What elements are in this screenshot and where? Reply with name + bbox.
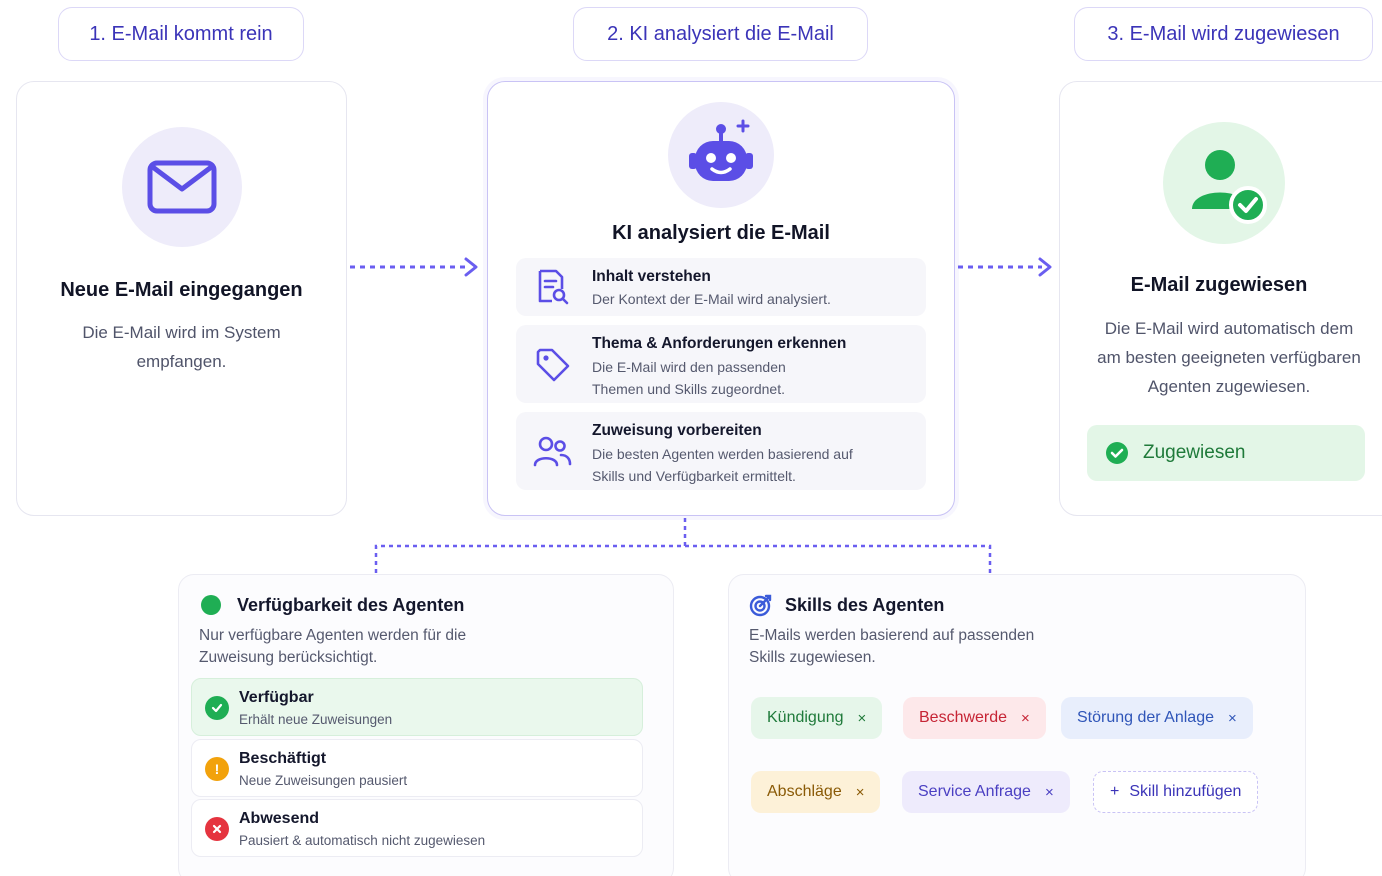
remove-icon[interactable]: ×: [1045, 784, 1054, 801]
skills-desc: E-Mails werden basierend auf passenden S…: [749, 627, 1035, 666]
card1-desc-line2: empfangen.: [136, 352, 227, 371]
analysis-row-desc: Die E-Mail wird den passenden Themen und…: [592, 359, 786, 397]
users-icon: [533, 436, 572, 467]
availability-title: Verfügbarkeit des Agenten: [237, 595, 465, 615]
step-2-label: 2. KI analysiert die E-Mail: [573, 7, 868, 61]
analysis-row-title: Inhalt verstehen: [592, 268, 711, 285]
card1-desc-line1: Die E-Mail wird im System: [82, 323, 281, 342]
status-desc: Erhält neue Zuweisungen: [239, 712, 393, 727]
step-3-label: 3. E-Mail wird zugewiesen: [1074, 7, 1373, 61]
skill-tag-label: Service Anfrage: [918, 783, 1031, 800]
add-skill-label: Skill hinzufügen: [1129, 783, 1242, 800]
skill-tag[interactable]: Kündigung ×: [751, 697, 883, 739]
analysis-row-assignment: Zuweisung vorbereiten Die besten Agenten…: [516, 412, 926, 490]
check-circle-icon: [1106, 442, 1128, 464]
analysis-row-topic: Thema & Anforderungen erkennen Die E-Mai…: [516, 325, 926, 403]
skill-tag[interactable]: Service Anfrage ×: [902, 771, 1070, 813]
status-title: Abwesend: [239, 810, 320, 827]
alert-circle-icon: !: [205, 757, 229, 781]
skills-title: Skills des Agenten: [785, 595, 945, 615]
skill-tag[interactable]: Störung der Anlage ×: [1061, 697, 1253, 739]
skill-tag[interactable]: Beschwerde ×: [903, 697, 1046, 739]
robot-icon: [689, 119, 753, 181]
status-row-available[interactable]: Verfügbar Erhält neue Zuweisungen: [191, 678, 643, 736]
card3-desc-line2: am besten geeigneten verfügbaren: [1097, 348, 1361, 367]
connector-lines: [374, 518, 992, 574]
check-circle-icon: [205, 696, 229, 720]
card3-title: E-Mail zugewiesen: [1130, 274, 1308, 296]
remove-icon[interactable]: ×: [1228, 710, 1237, 727]
assigned-badge: Zugewiesen: [1087, 425, 1365, 481]
skill-tag-label: Kündigung: [767, 709, 844, 726]
skill-tag[interactable]: Abschläge ×: [751, 771, 881, 813]
card-email-assigned: E-Mail zugewiesen Die E-Mail wird automa…: [1059, 81, 1382, 516]
status-title: Beschäftigt: [239, 750, 327, 767]
skill-tag-label: Abschläge: [767, 783, 842, 800]
status-desc: Neue Zuweisungen pausiert: [239, 773, 408, 788]
status-desc: Pausiert & automatisch nicht zugewiesen: [239, 833, 486, 848]
card2-title: KI analysiert die E-Mail: [612, 222, 830, 244]
card-email-received: Neue E-Mail eingegangen Die E-Mail wird …: [16, 81, 347, 516]
target-icon: [749, 594, 772, 617]
card1-desc: Die E-Mail wird im System empfangen.: [37, 318, 326, 376]
card-ai-analysis: KI analysiert die E-Mail Inhalt verstehe…: [487, 81, 955, 516]
card3-desc-line1: Die E-Mail wird automatisch dem: [1104, 319, 1354, 338]
analysis-row-title: Zuweisung vorbereiten: [592, 422, 762, 439]
remove-icon[interactable]: ×: [856, 784, 865, 801]
analysis-row-content: Inhalt verstehen Der Kontext der E-Mail …: [516, 258, 926, 316]
robot-icon-circle: [668, 102, 774, 208]
availability-desc: Nur verfügbare Agenten werden für die Zu…: [199, 627, 467, 666]
plus-icon: +: [1110, 783, 1120, 800]
status-row-absent[interactable]: Abwesend Pausiert & automatisch nicht zu…: [191, 799, 643, 857]
remove-icon[interactable]: ×: [1021, 710, 1030, 727]
arrow-1-to-2: [350, 257, 478, 277]
skills-card: Skills des Agenten E-Mails werden basier…: [728, 574, 1306, 876]
user-check-icon: [1192, 150, 1267, 224]
card1-title: Neue E-Mail eingegangen: [60, 279, 303, 301]
skill-tag-label: Störung der Anlage: [1077, 709, 1214, 726]
remove-icon[interactable]: ×: [858, 710, 867, 727]
card3-desc: Die E-Mail wird automatisch dem am beste…: [1070, 314, 1382, 401]
analysis-row-desc: Die besten Agenten werden basierend auf …: [592, 446, 853, 484]
step-1-label: 1. E-Mail kommt rein: [58, 7, 304, 61]
assigned-badge-label: Zugewiesen: [1143, 442, 1246, 463]
card3-desc-line3: Agenten zugewiesen.: [1147, 377, 1311, 396]
status-dot-icon: [201, 595, 221, 615]
analysis-row-title: Thema & Anforderungen erkennen: [592, 335, 847, 352]
status-title: Verfügbar: [239, 689, 314, 706]
user-icon-circle: [1163, 122, 1285, 244]
x-circle-icon: [205, 817, 229, 841]
analysis-row-desc: Der Kontext der E-Mail wird analysiert.: [592, 291, 831, 307]
availability-card: Verfügbarkeit des Agenten Nur verfügbare…: [178, 574, 674, 876]
mail-icon: [147, 160, 217, 214]
status-row-busy[interactable]: ! Beschäftigt Neue Zuweisungen pausiert: [191, 739, 643, 797]
add-skill-button[interactable]: + Skill hinzufügen: [1093, 771, 1259, 813]
document-search-icon: [538, 269, 569, 305]
tag-icon: [536, 348, 570, 382]
mail-icon-circle: [122, 127, 242, 247]
skill-tag-label: Beschwerde: [919, 709, 1008, 726]
